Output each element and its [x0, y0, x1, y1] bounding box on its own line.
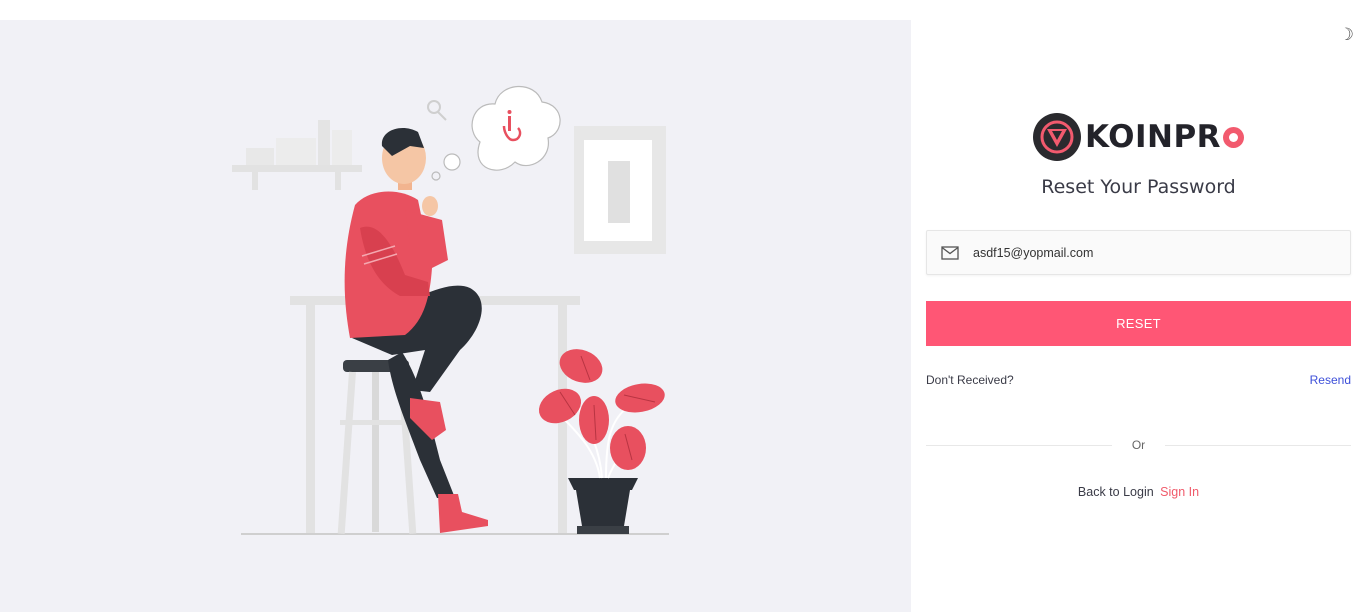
reset-button[interactable]: RESET	[926, 301, 1351, 346]
dont-received-text: Don't Received?	[926, 373, 1014, 387]
resend-row: Don't Received? Resend	[926, 373, 1351, 387]
sign-in-link[interactable]: Sign In	[1160, 485, 1199, 499]
email-field[interactable]: asdf15@yopmail.com	[926, 230, 1351, 275]
illustration-panel	[0, 20, 911, 612]
brand-name: KOINPR	[1085, 119, 1245, 155]
brand-logo: KOINPR	[1033, 112, 1263, 162]
back-to-login-text: Back to Login	[1077, 485, 1154, 499]
back-to-login-row: Back to Login Sign In	[911, 485, 1366, 499]
divider-line-right	[1165, 445, 1351, 446]
koinpro-logo-icon	[1033, 113, 1081, 161]
person-thinking-illustration	[232, 85, 669, 535]
moon-icon[interactable]: ☽	[1339, 26, 1354, 43]
brand-name-text: KOINPR	[1085, 119, 1222, 155]
email-value[interactable]: asdf15@yopmail.com	[973, 246, 1093, 260]
or-divider: Or	[926, 436, 1351, 454]
resend-link[interactable]: Resend	[1310, 373, 1351, 387]
page-title: Reset Your Password	[1041, 176, 1236, 198]
mail-icon	[941, 245, 959, 260]
brand-o-icon	[1223, 126, 1245, 148]
reset-panel: ☽ KOINPR Reset Your Password asdf15@yopm…	[911, 0, 1366, 612]
